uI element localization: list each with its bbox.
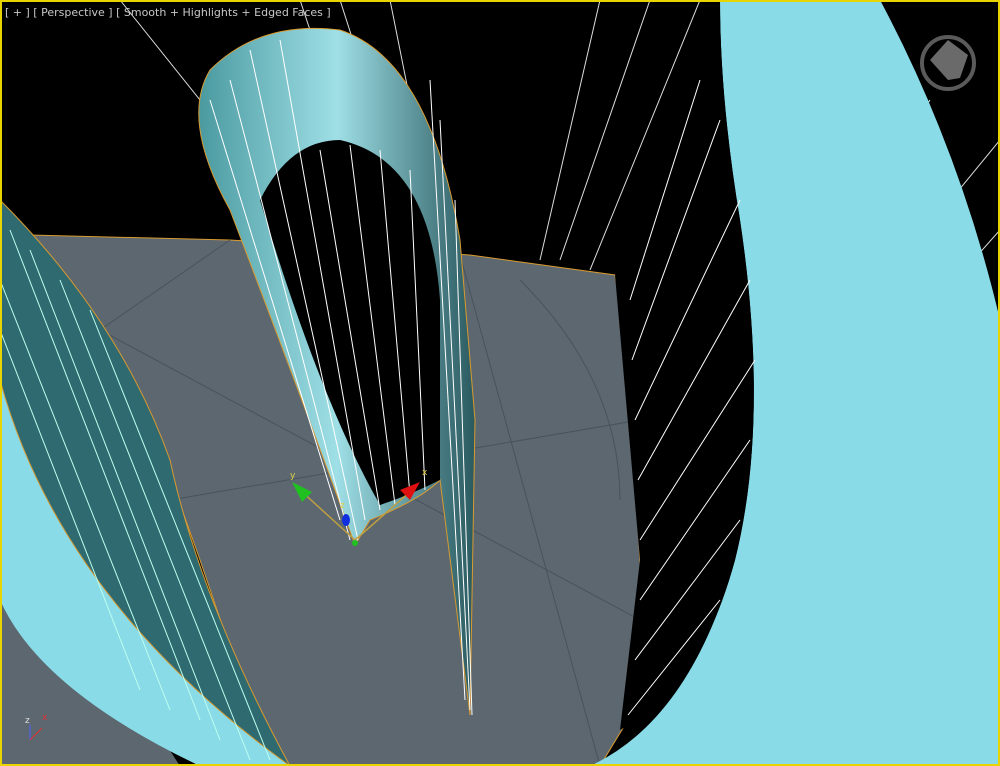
scene-canvas[interactable]: y x z z x <box>0 0 1000 766</box>
shading-mode-menu[interactable]: [ Smooth + Highlights + Edged Faces ] <box>116 6 331 19</box>
gizmo-x-label: x <box>422 468 428 478</box>
gizmo-z-label: z <box>340 501 345 511</box>
viewport-label: [ + ] [ Perspective ] [ Smooth + Highlig… <box>5 6 331 19</box>
corner-z-label: z <box>25 716 30 726</box>
viewcube-icon[interactable] <box>920 35 976 91</box>
viewport-menu-button[interactable]: [ + ] <box>5 6 30 19</box>
perspective-viewport[interactable]: y x z z x [ + ] [ Perspective ] [ Smooth… <box>0 0 1000 766</box>
gizmo-z-arrow <box>342 514 350 526</box>
view-type-menu[interactable]: [ Perspective ] <box>33 6 112 19</box>
gizmo-y-label: y <box>290 471 296 481</box>
corner-x-label: x <box>42 713 48 723</box>
